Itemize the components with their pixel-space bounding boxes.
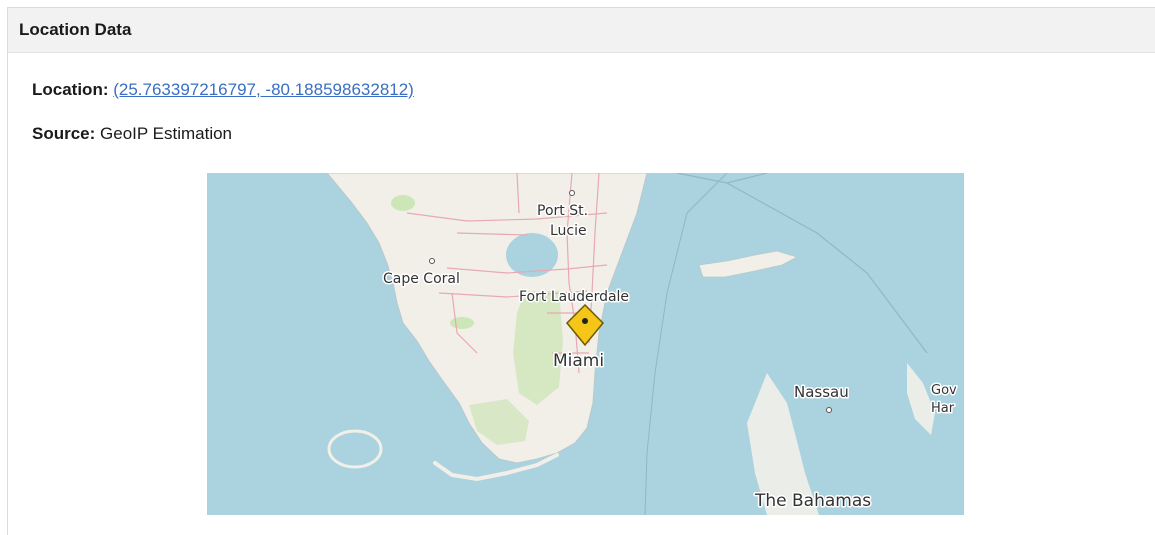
location-label: Location: [32,80,109,99]
map-label-gov-line1: Gov [931,383,957,398]
map-label-port-st-lucie-line2: Lucie [550,223,587,239]
map-park-area-3 [391,195,415,211]
map-label-cape-coral: Cape Coral [383,271,460,287]
map-label-miami: Miami [553,351,604,371]
map-label-port-st-lucie-line1: Port St. [537,203,588,219]
map-label-gov-line2: Har [931,401,955,416]
location-row: Location: (25.763397216797, -80.18859863… [32,80,1155,100]
map-label-bahamas: The Bahamas [754,491,871,511]
map-label-fort-lauderdale: Fort Lauderdale [519,289,629,305]
panel-title: Location Data [8,8,1155,53]
map-park-area-4 [450,317,474,329]
map-canvas: Port St. Lucie Cape Coral Fort Lauderdal… [207,173,964,515]
map-label-nassau: Nassau [794,383,849,401]
location-data-panel: Location Data Location: (25.763397216797… [7,7,1155,535]
source-row: Source: GeoIP Estimation [32,124,1155,144]
panel-body: Location: (25.763397216797, -80.18859863… [8,80,1155,144]
source-value: GeoIP Estimation [100,124,233,143]
location-coordinates-link[interactable]: (25.763397216797, -80.188598632812) [113,80,414,99]
location-map[interactable]: Port St. Lucie Cape Coral Fort Lauderdal… [207,173,964,515]
map-park-area [513,291,563,405]
source-label: Source: [32,124,96,143]
